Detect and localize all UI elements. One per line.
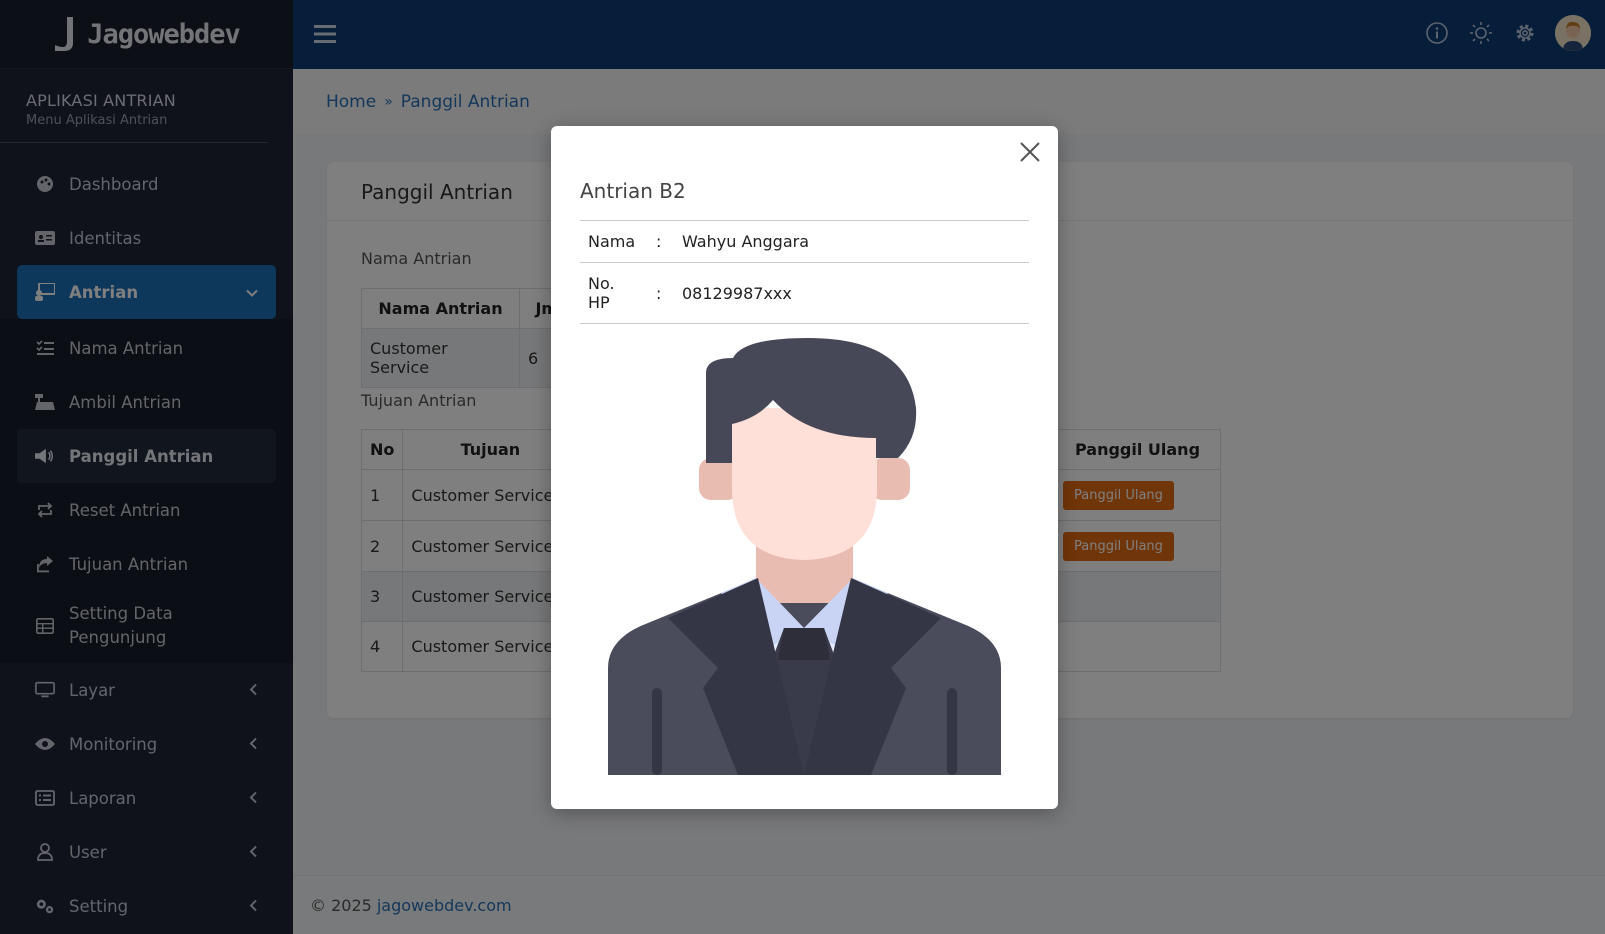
visitor-avatar-illustration <box>608 338 1001 775</box>
detail-value: 08129987xxx <box>674 262 1029 324</box>
detail-value: Wahyu Anggara <box>674 220 1029 263</box>
detail-sep: : <box>648 220 674 263</box>
detail-row: Nama : Wahyu Anggara <box>580 220 1029 263</box>
close-icon[interactable] <box>1016 138 1044 166</box>
detail-key: Nama <box>580 220 648 263</box>
detail-sep: : <box>648 262 674 324</box>
modal-detail-table: Nama : Wahyu Anggara No. HP : 08129987xx… <box>580 220 1029 324</box>
modal-title: Antrian B2 <box>580 179 686 203</box>
queue-detail-modal: Antrian B2 Nama : Wahyu Anggara No. HP :… <box>551 126 1058 809</box>
detail-key: No. HP <box>580 262 648 324</box>
detail-row: No. HP : 08129987xxx <box>580 262 1029 324</box>
